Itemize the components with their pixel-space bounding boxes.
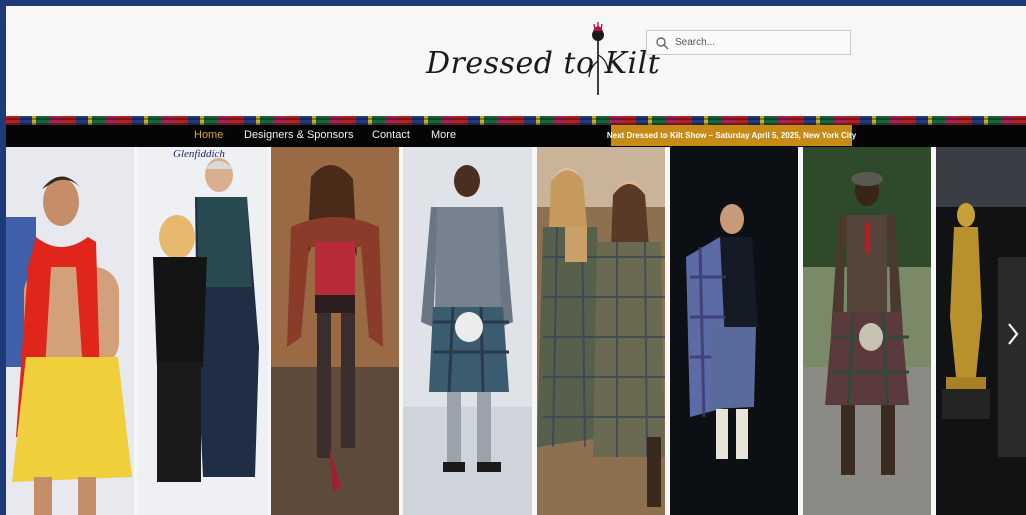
site-logo[interactable]: Dressed to Kilt — [426, 46, 660, 94]
gallery-photo-5[interactable] — [537, 147, 665, 515]
nav-more[interactable]: More — [431, 129, 456, 141]
page-frame: Dressed to Kilt Home Designers & Sponsor… — [6, 6, 1026, 515]
tartan-stripe — [6, 116, 1026, 125]
search-box[interactable] — [646, 30, 851, 55]
search-icon[interactable] — [655, 36, 669, 50]
site-header: Dressed to Kilt — [6, 6, 1026, 116]
gallery-photo-2[interactable]: Glenfiddich — [137, 147, 268, 515]
nav-home[interactable]: Home — [194, 129, 223, 141]
gallery-photo-4[interactable] — [403, 147, 532, 515]
announcement-banner[interactable]: Next Dressed to Kilt Show – Saturday Apr… — [607, 125, 856, 146]
photo-gallery: Glenfiddich — [6, 147, 1026, 515]
nav-designers-sponsors[interactable]: Designers & Sponsors — [244, 129, 353, 141]
gallery-photo-7[interactable] — [803, 147, 931, 515]
main-nav: Home Designers & Sponsors Contact More N… — [6, 125, 1026, 147]
gallery-photo-3[interactable] — [271, 147, 399, 515]
thistle-icon — [588, 22, 609, 95]
gallery-photo-6[interactable] — [670, 147, 798, 515]
next-arrow-icon[interactable] — [1006, 322, 1020, 346]
nav-contact[interactable]: Contact — [372, 129, 410, 141]
gallery-photo-1[interactable] — [6, 147, 134, 515]
search-input[interactable] — [675, 37, 845, 48]
